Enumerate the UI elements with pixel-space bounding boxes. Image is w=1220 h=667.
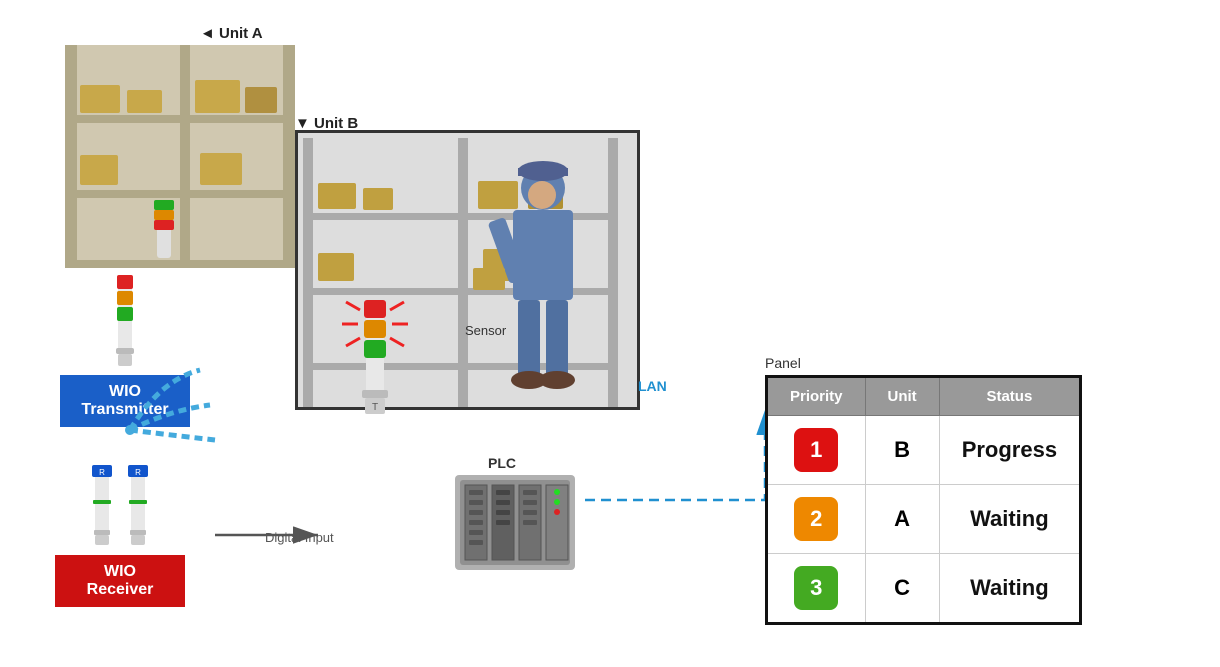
priority-cell: 1 [767, 416, 866, 485]
unit-cell: A [865, 485, 939, 554]
panel-container: Panel Priority Unit Status 1BProgress2AW… [765, 355, 1082, 625]
priority-badge: 2 [794, 497, 838, 541]
col-header-status: Status [939, 377, 1080, 416]
col-header-priority: Priority [767, 377, 866, 416]
receiver-tower-1: R [88, 460, 116, 550]
svg-text:R: R [99, 468, 105, 477]
unit-cell: C [865, 554, 939, 624]
lan-label: LAN [638, 378, 667, 394]
table-row: 2AWaiting [767, 485, 1081, 554]
status-cell: Progress [939, 416, 1080, 485]
panel-label: Panel [765, 355, 1082, 371]
transmitter-tower [110, 270, 140, 370]
panel-table: Priority Unit Status 1BProgress2AWaiting… [765, 375, 1082, 625]
shelf-unit-a [55, 35, 310, 275]
status-cell: Waiting [939, 554, 1080, 624]
priority-cell: 2 [767, 485, 866, 554]
svg-text:T: T [372, 402, 378, 413]
wireless-signal [120, 360, 240, 500]
priority-badge: 1 [794, 428, 838, 472]
diagram: ◄ Unit A ▼ Unit B [0, 0, 1220, 667]
priority-badge: 3 [794, 566, 838, 610]
digital-input-label: Digital Input [265, 530, 334, 545]
table-row: 3CWaiting [767, 554, 1081, 624]
tower-b-signal: T [338, 290, 418, 420]
unit-a-label: ◄ Unit A [200, 25, 263, 42]
sensor-label: Sensor [465, 323, 506, 338]
plc-device [450, 470, 580, 580]
wio-receiver-label: WIO Receiver [55, 555, 185, 607]
col-header-unit: Unit [865, 377, 939, 416]
priority-cell: 3 [767, 554, 866, 624]
table-row: 1BProgress [767, 416, 1081, 485]
plc-label: PLC [488, 455, 516, 471]
unit-cell: B [865, 416, 939, 485]
status-cell: Waiting [939, 485, 1080, 554]
